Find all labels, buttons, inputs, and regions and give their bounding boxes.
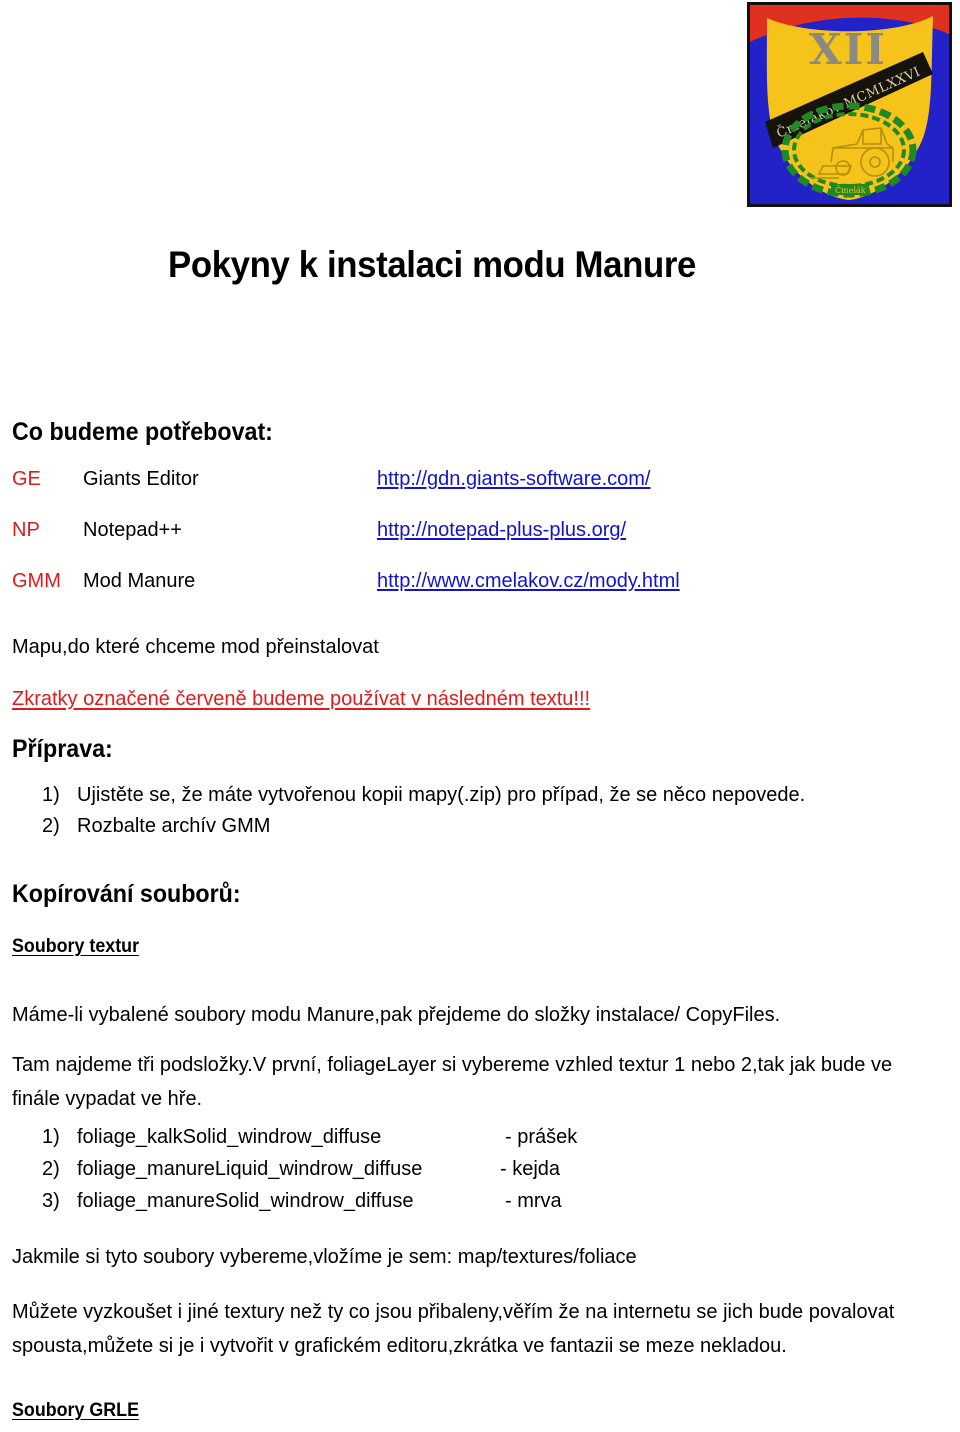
paragraph-muzete: Můžete vyzkoušet i jiné textury než ty c… [12,1301,895,1357]
tools-table: GE Giants Editor http://gdn.giants-softw… [0,468,960,621]
paragraph-mame-li: Máme-li vybalené soubory modu Manure,pak… [12,1004,781,1026]
table-row: GMM Mod Manure http://www.cmelakov.cz/mo… [0,570,960,621]
list-item-filename: foliage_manureLiquid_windrow_diffuse [77,1158,423,1180]
list-item-filename: foliage_kalkSolid_windrow_diffuse [77,1126,382,1148]
tool-link-notepad[interactable]: http://notepad-plus-plus.org/ [377,519,626,542]
tool-abbr-gmm: GMM [12,570,61,592]
list-item-number: 3) [42,1190,60,1212]
tool-abbr-np: NP [12,519,40,541]
crest-bottom-ribbon: Čmelák [831,184,869,195]
table-row: GE Giants Editor http://gdn.giants-softw… [0,468,960,519]
paragraph-map-line: Mapu,do které chceme mod přeinstalovat [12,636,379,658]
list-item-description: - kejda [500,1158,561,1180]
tool-name-mod-manure: Mod Manure [83,570,196,592]
heading-kopirovani-souboru: Kopírování souborů: [12,880,241,908]
heading-co-budeme-potrebovat: Co budeme potřebovat: [12,418,273,446]
list-item-description: - prášek [505,1126,578,1148]
heading-soubory-grle: Soubory GRLE [12,1400,140,1421]
list-item-number: 1) [42,784,60,806]
list-item-filename: foliage_manureSolid_windrow_diffuse [77,1190,414,1212]
heading-priprava: Příprava: [12,735,113,763]
page-title: Pokyny k instalaci modu Manure [168,244,696,285]
list-item-label: Ujistěte se, že máte vytvořenou kopii ma… [77,784,806,806]
crest-ribbon-text: Čmelák [835,186,866,195]
tool-abbr-ge: GE [12,468,41,490]
crest-roman-numeral: XII [809,25,887,74]
paragraph-jakmile: Jakmile si tyto soubory vybereme,vložíme… [12,1246,637,1268]
paragraph-red-note: Zkratky označené červeně budeme používat… [12,688,591,710]
list-item-description: - mrva [505,1190,562,1212]
list-item-label: Rozbalte archív GMM [77,815,271,837]
tool-name-notepad: Notepad++ [83,519,182,541]
crest-emblem-svg: XII Čmelákov MCMLXXVI Čmelák [747,2,952,207]
list-item-number: 2) [42,1158,60,1180]
tool-link-giants-editor[interactable]: http://gdn.giants-software.com/ [377,468,650,491]
paragraph-tam-najdeme: Tam najdeme tři podsložky.V první, folia… [12,1054,893,1110]
crest-emblem: XII Čmelákov MCMLXXVI Čmelák [747,2,952,207]
tool-name-giants-editor: Giants Editor [83,468,199,490]
heading-soubory-textur: Soubory textur [12,936,140,957]
table-row: NP Notepad++ http://notepad-plus-plus.or… [0,519,960,570]
list-item-number: 1) [42,1126,60,1148]
list-item-number: 2) [42,815,60,837]
tool-link-mod-manure[interactable]: http://www.cmelakov.cz/mody.html [377,570,680,593]
